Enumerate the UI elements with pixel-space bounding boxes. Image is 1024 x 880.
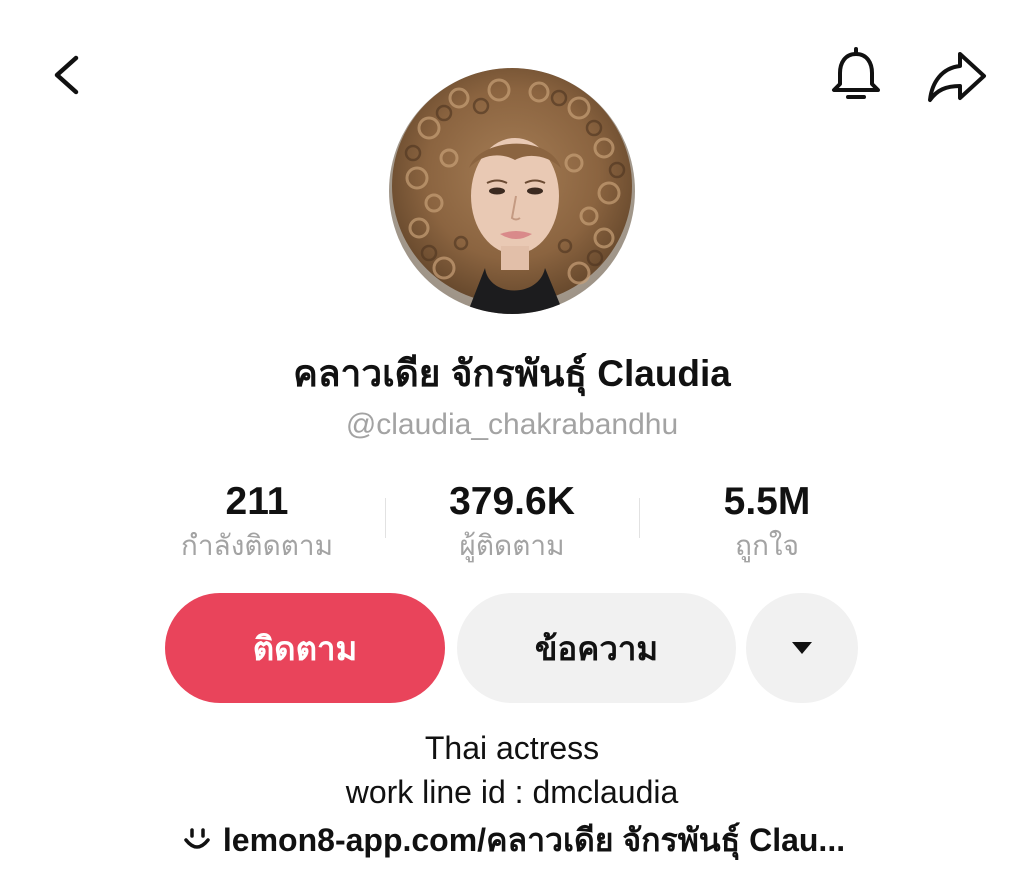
profile-handle: @claudia_chakrabandhu	[345, 408, 679, 441]
following-label: กำลังติดตาม	[180, 530, 334, 561]
stat-likes[interactable]: 5.5M ถูกใจ	[637, 478, 897, 566]
avatar[interactable]	[389, 68, 635, 314]
profile-link[interactable]: lemon8-app.com/คลาวเดีย จักรพันธุ์ Clau.…	[0, 818, 1024, 862]
more-options-button[interactable]	[746, 593, 858, 703]
profile-link-text[interactable]: lemon8-app.com/คลาวเดีย จักรพันธุ์ Clau.…	[223, 818, 845, 862]
message-button[interactable]: ข้อความ	[457, 593, 736, 703]
follow-button[interactable]: ติดตาม	[165, 593, 445, 703]
share-button[interactable]	[922, 46, 992, 106]
followers-count: 379.6K	[449, 480, 575, 523]
back-button[interactable]	[44, 50, 88, 100]
avatar-image	[389, 68, 635, 314]
following-count: 211	[225, 480, 289, 523]
lemon8-smile-icon	[184, 828, 210, 849]
likes-label: ถูกใจ	[735, 530, 799, 561]
likes-count: 5.5M	[723, 480, 811, 523]
followers-label: ผู้ติดตาม	[459, 530, 565, 561]
share-arrow-icon	[928, 52, 986, 102]
stat-followers[interactable]: 379.6K ผู้ติดตาม	[382, 478, 642, 566]
bio-line: work line id : dmclaudia	[345, 774, 679, 810]
chevron-left-icon	[54, 55, 79, 95]
stat-following[interactable]: 211 กำลังติดตาม	[127, 478, 387, 566]
caret-down-icon	[792, 642, 812, 654]
bell-icon	[832, 47, 880, 99]
notification-button[interactable]	[826, 46, 886, 106]
display-name: คลาวเดีย จักรพันธุ์ Claudia	[293, 353, 731, 394]
bio-line: Thai actress	[424, 730, 600, 766]
